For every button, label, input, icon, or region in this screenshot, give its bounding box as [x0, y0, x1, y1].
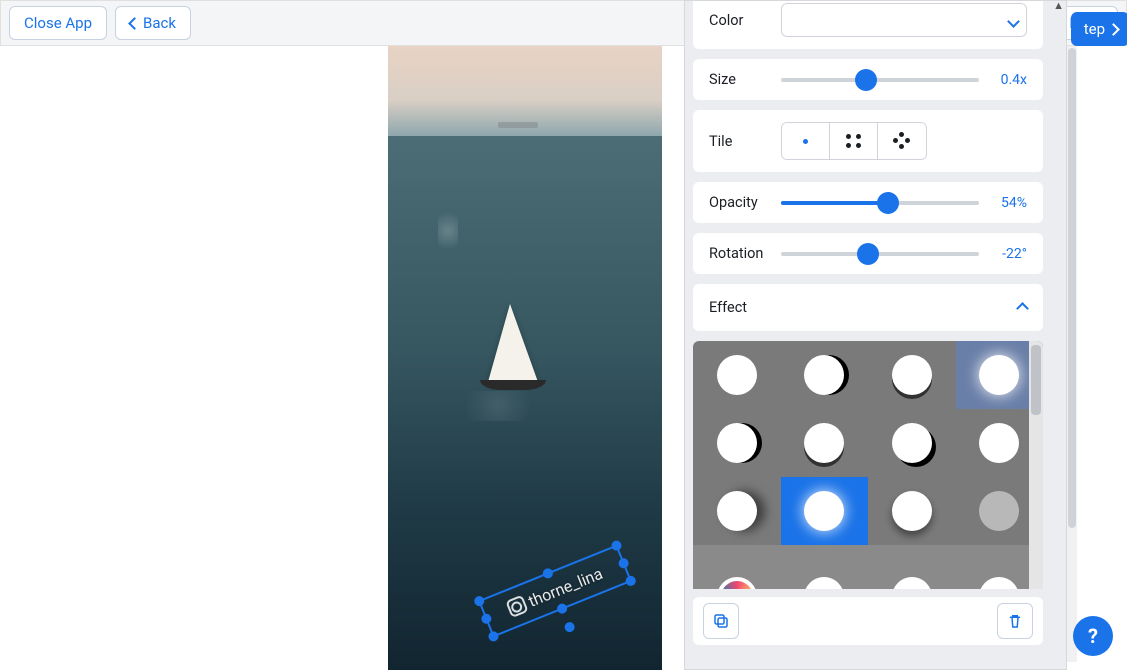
effect-softshadow-d-icon: [892, 491, 932, 531]
back-button-label: Back: [143, 14, 176, 32]
close-app-button[interactable]: Close App: [9, 6, 107, 40]
help-icon: ?: [1088, 624, 1098, 648]
size-label: Size: [709, 71, 769, 88]
effect-14-icon: [804, 577, 844, 589]
effect-option-1[interactable]: [781, 341, 869, 409]
color-row: Color: [693, 1, 1043, 49]
help-button[interactable]: ?: [1073, 616, 1113, 656]
effect-option-0[interactable]: [693, 341, 781, 409]
opacity-row: Opacity 54%: [693, 182, 1043, 223]
chevron-right-icon: [1109, 20, 1118, 38]
effect-shadow-d2-icon: [804, 423, 844, 463]
delete-button[interactable]: [997, 603, 1033, 639]
size-value: 0.4x: [989, 72, 1027, 88]
panel-scroll-area: Color Size 0.4x Tile Opac: [685, 1, 1051, 669]
sailboat-sail: [488, 304, 538, 382]
boat-wake: [438, 206, 458, 256]
effect-header[interactable]: Effect: [693, 284, 1043, 331]
effect-option-9[interactable]: [781, 477, 869, 545]
copy-icon: [712, 612, 730, 630]
diamond-dots-icon: [893, 132, 911, 150]
effect-faded-icon: [979, 491, 1019, 531]
sail-wake: [453, 391, 543, 421]
size-row: Size 0.4x: [693, 59, 1043, 100]
rotation-slider-thumb[interactable]: [857, 243, 879, 265]
preview-image[interactable]: thorne_lina: [388, 46, 662, 670]
effect-option-8[interactable]: [693, 477, 781, 545]
chevron-left-icon: [130, 14, 139, 32]
opacity-label: Opacity: [709, 194, 769, 211]
effect-plain-icon: [979, 423, 1019, 463]
tile-option-diamond[interactable]: [878, 123, 926, 159]
panel-scroll-up-icon[interactable]: ▲: [1053, 0, 1064, 12]
effect-label: Effect: [709, 299, 747, 316]
effect-shadow-dr-icon: [892, 423, 932, 463]
effect-option-2[interactable]: [868, 341, 956, 409]
main-scrollbar[interactable]: [1067, 46, 1077, 662]
effect-option-10[interactable]: [868, 477, 956, 545]
effect-softshadow-r-icon: [717, 491, 757, 531]
effect-grid: [693, 341, 1043, 589]
back-button[interactable]: Back: [115, 6, 191, 40]
tile-label: Tile: [709, 133, 769, 150]
effect-option-12[interactable]: [693, 545, 781, 589]
effect-grid-container: [693, 341, 1043, 589]
trash-icon: [1006, 612, 1024, 630]
size-slider-thumb[interactable]: [855, 69, 877, 91]
effect-option-4[interactable]: [693, 409, 781, 477]
tile-row: Tile: [693, 110, 1043, 172]
properties-panel: ▲ Color Size 0.4x Tile: [684, 0, 1067, 670]
effect-rainbow-icon: [717, 577, 757, 589]
chevron-up-icon: [1018, 298, 1027, 317]
rotation-label: Rotation: [709, 245, 769, 262]
color-select[interactable]: [781, 3, 1027, 37]
effect-16-icon: [979, 577, 1019, 589]
effect-scrollbar-thumb[interactable]: [1031, 345, 1041, 415]
single-dot-icon: [803, 139, 809, 144]
panel-footer: [693, 597, 1043, 645]
effect-shadow-right-icon: [804, 355, 844, 395]
opacity-value: 54%: [989, 195, 1027, 211]
tile-option-single[interactable]: [782, 123, 830, 159]
effect-shadow-r2-icon: [717, 423, 757, 463]
tile-button-group: [781, 122, 927, 160]
grid-dots-icon: [846, 134, 862, 148]
rotation-row: Rotation -22°: [693, 233, 1043, 274]
size-slider[interactable]: [781, 78, 979, 82]
effect-glow-icon: [979, 355, 1019, 395]
tile-option-grid[interactable]: [830, 123, 878, 159]
effect-option-6[interactable]: [868, 409, 956, 477]
color-label: Color: [709, 12, 769, 29]
effect-selected-glow-icon: [804, 491, 844, 531]
rotation-value: -22°: [989, 246, 1027, 262]
next-step-label: tep: [1084, 20, 1105, 38]
effect-none-icon: [717, 355, 757, 395]
chevron-down-icon: [1009, 11, 1018, 30]
effect-option-14[interactable]: [868, 545, 956, 589]
duplicate-button[interactable]: [703, 603, 739, 639]
opacity-slider-fill: [781, 201, 888, 205]
island-shape: [498, 122, 538, 128]
effect-option-13[interactable]: [781, 545, 869, 589]
instagram-icon: [505, 595, 528, 618]
next-step-button[interactable]: tep: [1071, 12, 1127, 46]
main-scrollbar-thumb[interactable]: [1068, 48, 1076, 528]
effect-shadow-down-icon: [892, 355, 932, 395]
effect-15-icon: [892, 577, 932, 589]
opacity-slider[interactable]: [781, 201, 979, 205]
effect-option-5[interactable]: [781, 409, 869, 477]
opacity-slider-thumb[interactable]: [877, 192, 899, 214]
rotation-slider[interactable]: [781, 252, 979, 256]
effect-grid-scrollbar[interactable]: [1029, 341, 1043, 589]
